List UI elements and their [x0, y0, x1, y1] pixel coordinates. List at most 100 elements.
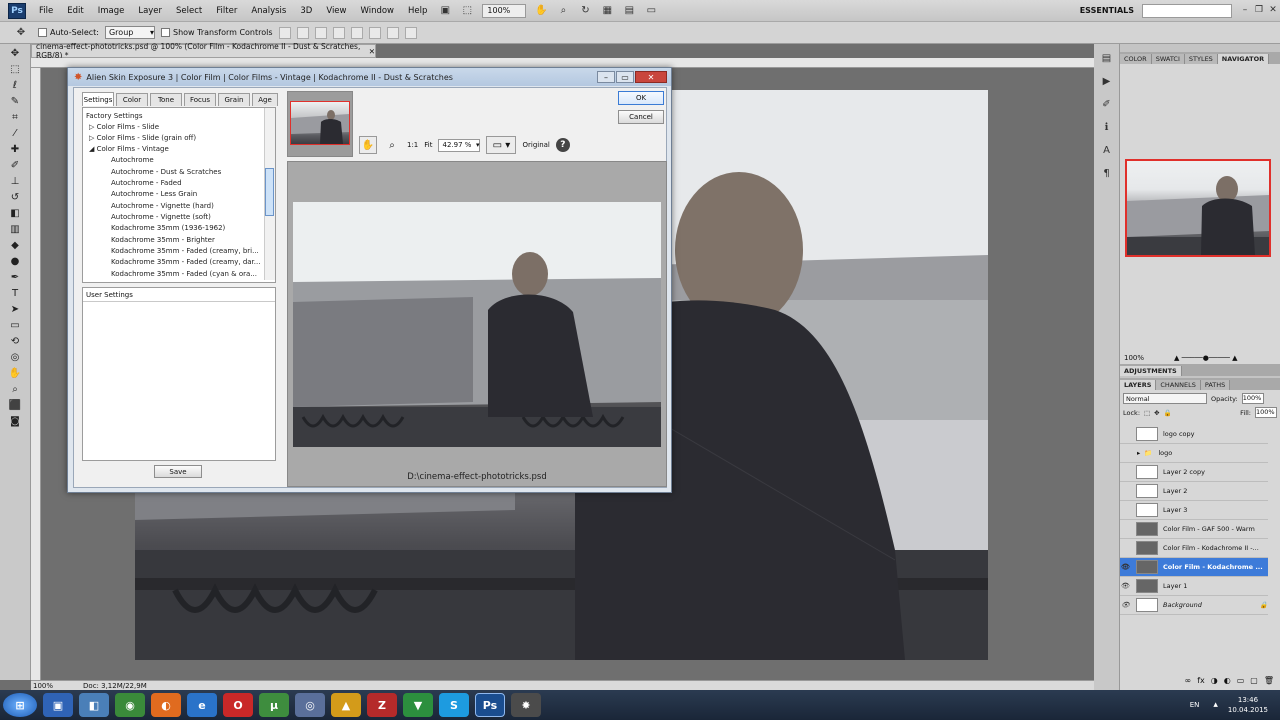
brush-tool-icon[interactable]: ✐	[7, 158, 24, 172]
default-colors-icon[interactable]: ⬛	[7, 398, 24, 412]
dialog-titlebar[interactable]: ✸ Alien Skin Exposure 3 | Color Film | C…	[68, 68, 671, 86]
tab-tone[interactable]: Tone	[150, 93, 182, 106]
tab-focus[interactable]: Focus	[184, 93, 216, 106]
3d-rotate-tool-icon[interactable]: ⟲	[7, 334, 24, 348]
green-app-icon[interactable]: ▼	[403, 693, 433, 717]
internet-explorer-icon[interactable]: e	[187, 693, 217, 717]
menu-edit[interactable]: Edit	[60, 6, 90, 16]
layer-style-icon[interactable]: fx	[1197, 676, 1205, 688]
align-bottom-icon[interactable]	[314, 26, 327, 39]
new-group-icon[interactable]: ▭	[1237, 676, 1245, 688]
save-floppy-icon[interactable]: ▣	[43, 693, 73, 717]
trash-icon[interactable]: 🗑	[1264, 676, 1274, 688]
tree-group-vintage[interactable]: ◢ Color Films - Vintage	[89, 145, 169, 153]
brush-panel-icon[interactable]: ✐	[1100, 99, 1114, 113]
move-tool-icon[interactable]: ✥	[7, 46, 24, 60]
zoom-icon[interactable]: ⌕	[555, 4, 571, 18]
cancel-button[interactable]: Cancel	[618, 110, 664, 124]
menu-3d[interactable]: 3D	[293, 6, 319, 16]
menu-filter[interactable]: Filter	[209, 6, 244, 16]
help-icon[interactable]: ?	[555, 138, 570, 152]
utorrent-icon[interactable]: μ	[259, 693, 289, 717]
workspace-switcher[interactable]: ESSENTIALS	[1080, 6, 1134, 15]
screen-layout-icon[interactable]: ▭	[643, 4, 659, 18]
distribute-icon[interactable]	[386, 26, 399, 39]
tab-layers[interactable]: LAYERS	[1120, 380, 1157, 390]
language-indicator[interactable]: EN	[1190, 701, 1200, 709]
crop-tool-icon[interactable]: ⌗	[7, 110, 24, 124]
preset-item[interactable]: Kodachrome 35mm - Faded (creamy, bri...	[111, 247, 259, 255]
auto-align-icon[interactable]	[404, 26, 417, 39]
bridge-icon[interactable]: ▣	[437, 4, 453, 18]
align-left-icon[interactable]	[332, 26, 345, 39]
adjustment-layer-icon[interactable]: ◐	[1224, 676, 1231, 688]
menu-image[interactable]: Image	[91, 6, 132, 16]
preset-item[interactable]: Autochrome - Less Grain	[111, 190, 197, 198]
history-icon[interactable]: ▤	[1100, 53, 1114, 67]
preset-item[interactable]: Kodachrome 35mm - Faded (creamy, dar...	[111, 258, 260, 266]
start-button-icon[interactable]: ⊞	[3, 693, 37, 717]
menu-analysis[interactable]: Analysis	[244, 6, 293, 16]
lock-pixels-icon[interactable]: ⬚	[1144, 409, 1150, 417]
gradient-tool-icon[interactable]: ▥	[7, 222, 24, 236]
new-layer-icon[interactable]: ▢	[1250, 676, 1258, 688]
preset-item[interactable]: Kodachrome 35mm - Brighter	[111, 236, 215, 244]
align-right-icon[interactable]	[368, 26, 381, 39]
eraser-tool-icon[interactable]: ◧	[7, 206, 24, 220]
preview-image[interactable]	[293, 202, 661, 447]
original-toggle[interactable]: Original	[522, 141, 549, 149]
presets-scrollbar-thumb[interactable]	[265, 168, 274, 216]
link-layers-icon[interactable]: ∞	[1185, 676, 1192, 688]
preset-item[interactable]: Autochrome - Faded	[111, 179, 182, 187]
vlc-icon[interactable]: ▲	[331, 693, 361, 717]
rotate-view-icon[interactable]: ↻	[577, 4, 593, 18]
opera-icon[interactable]: O	[223, 693, 253, 717]
tab-color[interactable]: COLOR	[1120, 54, 1152, 64]
opacity-field[interactable]: 100%	[1241, 393, 1264, 404]
preset-item[interactable]: Kodachrome 35mm (1936-1962)	[111, 224, 225, 232]
lasso-tool-icon[interactable]: ℓ	[7, 78, 24, 92]
zoom-1to1-button[interactable]: 1:1	[407, 141, 418, 149]
preview-thumbnail[interactable]	[290, 101, 350, 145]
menu-file[interactable]: File	[32, 6, 60, 16]
tab-age[interactable]: Age	[252, 93, 278, 106]
align-top-icon[interactable]	[278, 26, 291, 39]
layer-row[interactable]: Color Film - GAF 500 - Warm	[1120, 520, 1268, 539]
tab-styles[interactable]: STYLES	[1184, 54, 1218, 64]
preset-item[interactable]: Autochrome - Dust & Scratches	[111, 168, 221, 176]
hand-icon[interactable]: ✋	[359, 136, 377, 154]
arrange-documents-icon[interactable]: ▤	[621, 4, 637, 18]
zoom-level-select[interactable]: 100%	[482, 3, 527, 18]
blend-mode-select[interactable]: Normal	[1123, 393, 1207, 404]
tab-adjustments[interactable]: ADJUSTMENTS	[1120, 366, 1182, 376]
layer-row[interactable]: Layer 3	[1120, 501, 1268, 520]
clone-stamp-tool-icon[interactable]: ⊥	[7, 174, 24, 188]
quick-mask-icon[interactable]: ◙	[7, 414, 24, 428]
path-select-tool-icon[interactable]: ➤	[7, 302, 24, 316]
dodge-tool-icon[interactable]: ●	[7, 254, 24, 268]
status-zoom[interactable]: 100%	[33, 682, 53, 690]
zoom-percent-field[interactable]: 42.97 % ▾	[438, 138, 481, 152]
filezilla-icon[interactable]: Z	[367, 693, 397, 717]
preset-item[interactable]: Kodachrome 35mm - Faded (cyan & ora...	[111, 270, 257, 278]
save-button[interactable]: Save	[154, 465, 202, 478]
preset-item[interactable]: Autochrome - Vignette (hard)	[111, 202, 214, 210]
chrome-icon[interactable]: ◉	[115, 693, 145, 717]
fill-field[interactable]: 100%	[1255, 407, 1277, 418]
eye-icon[interactable]: 👁	[1120, 563, 1131, 571]
tab-color[interactable]: Color	[116, 93, 148, 106]
maximize-icon[interactable]: ▭	[616, 71, 634, 83]
tab-paths[interactable]: PATHS	[1200, 380, 1231, 390]
blur-tool-icon[interactable]: ◆	[7, 238, 24, 252]
history-brush-tool-icon[interactable]: ↺	[7, 190, 24, 204]
preset-item[interactable]: Autochrome	[111, 156, 154, 164]
minimize-icon[interactable]: –	[597, 71, 615, 83]
close-icon[interactable]: ✕	[635, 71, 667, 83]
info-icon[interactable]: ℹ	[1100, 122, 1114, 136]
hand-icon[interactable]: ✋	[533, 4, 549, 18]
close-icon[interactable]: ✕	[369, 47, 375, 56]
menu-select[interactable]: Select	[169, 6, 209, 16]
menu-help[interactable]: Help	[401, 6, 434, 16]
photoshop-taskbar-icon[interactable]: Ps	[475, 693, 505, 717]
marquee-tool-icon[interactable]: ⬚	[7, 62, 24, 76]
